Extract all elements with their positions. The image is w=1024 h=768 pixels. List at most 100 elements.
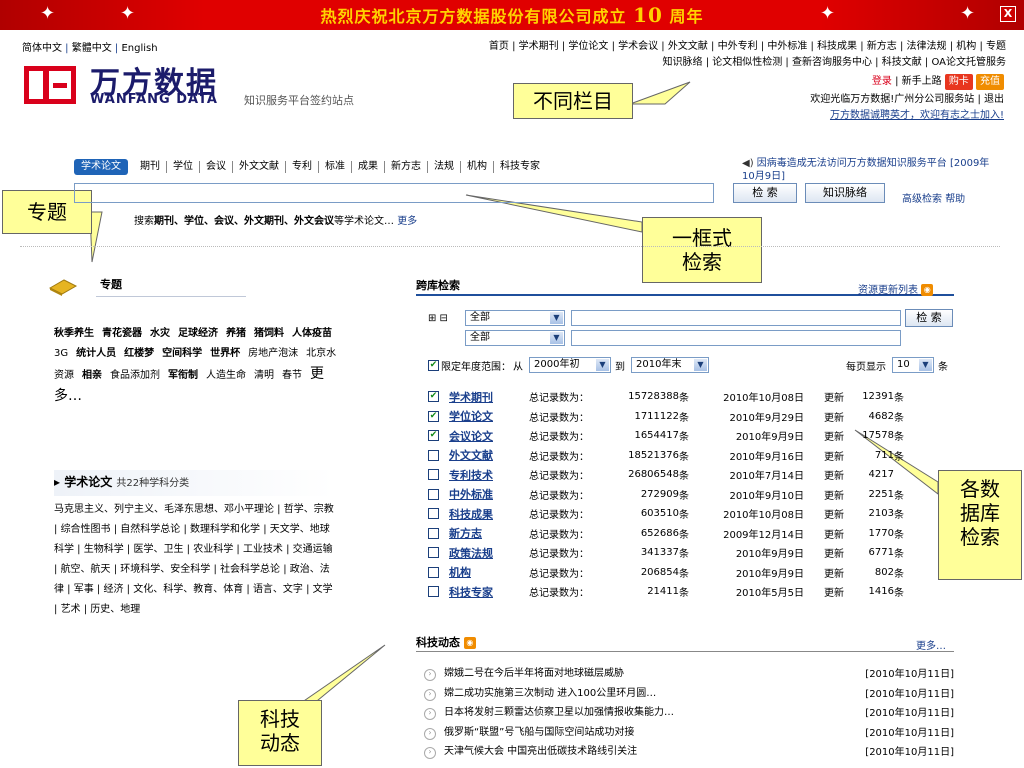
database-checkbox[interactable]: ✔: [428, 410, 439, 422]
topic-link[interactable]: 房地产泡沫: [248, 348, 298, 359]
rss-icon[interactable]: ◉: [921, 284, 934, 296]
topic-link[interactable]: 3G: [54, 348, 68, 359]
tab-4[interactable]: 外文文献: [233, 161, 286, 173]
discipline-link[interactable]: 社会科学总论: [220, 564, 280, 575]
cross-input-1[interactable]: [571, 310, 901, 326]
discipline-link[interactable]: 农业科学: [193, 544, 233, 555]
tab-3[interactable]: 会议: [200, 161, 233, 173]
notice-text[interactable]: 因病毒造成无法访问万方数据知识服务平台 [2009年10月9日]: [742, 158, 989, 182]
discipline-link[interactable]: 经济: [103, 584, 123, 595]
year-to-select[interactable]: 2010年末 ▼: [631, 357, 709, 373]
discipline-link[interactable]: 军事: [74, 584, 94, 595]
discipline-link[interactable]: 交通运输: [293, 544, 333, 555]
tab-5[interactable]: 专利: [286, 161, 319, 173]
knowledge-button[interactable]: 知识脉络: [805, 183, 885, 203]
database-checkbox[interactable]: ✔: [428, 391, 439, 403]
topic-link[interactable]: 春节: [282, 370, 302, 381]
topic-link[interactable]: 青花瓷器: [102, 328, 142, 339]
discipline-link[interactable]: 语言、文字: [253, 584, 303, 595]
topic-link[interactable]: 秋季养生: [54, 328, 94, 339]
rss-icon[interactable]: ◉: [463, 637, 476, 649]
search-input[interactable]: [74, 183, 714, 203]
tab-11[interactable]: 科技专家: [494, 161, 546, 173]
search-button[interactable]: 检 索: [733, 183, 797, 203]
database-name[interactable]: 学术期刊: [449, 389, 529, 405]
discipline-link[interactable]: 工业技术: [243, 544, 283, 555]
database-checkbox[interactable]: ✔: [428, 430, 439, 442]
news-title-link[interactable]: 嫦娥二号在今后半年将面对地球磁层威胁: [424, 664, 624, 681]
database-name[interactable]: 新方志: [449, 525, 529, 541]
news-title-link[interactable]: 日本将发射三颗雷达侦察卫星以加强情报收集能力…: [424, 703, 674, 720]
cross-search-button[interactable]: 检 索: [905, 309, 953, 327]
database-name[interactable]: 政策法规: [449, 545, 529, 561]
topic-link[interactable]: 食品添加剂: [110, 370, 160, 381]
discipline-link[interactable]: 医学、卫生: [133, 544, 183, 555]
topic-link[interactable]: 空间科学: [162, 348, 202, 359]
discipline-link[interactable]: 马克思主义、列宁主义、毛泽东思想、邓小平理论: [54, 504, 274, 515]
discipline-link[interactable]: 文学: [313, 584, 333, 595]
database-name[interactable]: 科技专家: [449, 584, 529, 600]
topic-link[interactable]: 人体疫苗: [292, 328, 332, 339]
expand-toggle[interactable]: ⊞ ⊟: [428, 313, 448, 324]
cross-input-2[interactable]: [571, 330, 901, 346]
database-checkbox[interactable]: [428, 449, 439, 461]
database-name[interactable]: 中外标准: [449, 486, 529, 502]
topic-link[interactable]: 世界杯: [210, 348, 240, 359]
discipline-link[interactable]: 生物科学: [84, 544, 124, 555]
discipline-link[interactable]: 历史、地理: [90, 604, 140, 615]
topic-link[interactable]: 养猪: [226, 328, 246, 339]
per-page-select[interactable]: 10 ▼: [892, 357, 934, 373]
topic-link[interactable]: 足球经济: [178, 328, 218, 339]
tab-0[interactable]: 学术论文: [74, 159, 128, 175]
update-list[interactable]: 资源更新列表 ◉: [858, 281, 934, 296]
tab-9[interactable]: 法规: [428, 161, 461, 173]
news-title-link[interactable]: 嫦二成功实施第三次制动 进入100公里环月圆…: [424, 684, 656, 701]
database-name[interactable]: 专利技术: [449, 467, 529, 483]
notice[interactable]: ◀) 因病毒造成无法访问万方数据知识服务平台 [2009年10月9日]: [742, 157, 992, 183]
database-name[interactable]: 学位论文: [449, 408, 529, 424]
tab-7[interactable]: 成果: [352, 161, 385, 173]
topic-link[interactable]: 猪饲料: [254, 328, 284, 339]
tab-2[interactable]: 学位: [167, 161, 200, 173]
database-checkbox[interactable]: [428, 586, 439, 598]
tab-1[interactable]: 期刊: [134, 161, 167, 173]
help-link[interactable]: 帮助: [945, 194, 965, 205]
discipline-link[interactable]: 环境科学、安全科学: [120, 564, 210, 575]
database-checkbox[interactable]: [428, 547, 439, 559]
discipline-link[interactable]: 航空、航天: [61, 564, 111, 575]
tab-10[interactable]: 机构: [461, 161, 494, 173]
database-checkbox[interactable]: [428, 469, 439, 481]
tab-6[interactable]: 标准: [319, 161, 352, 173]
discipline-link[interactable]: 数理科学和化学: [190, 524, 260, 535]
field-select-2[interactable]: 全部 ▼: [465, 330, 565, 346]
topic-link[interactable]: 红楼梦: [124, 348, 154, 359]
discipline-link[interactable]: 文化、科学、教育、体育: [133, 584, 243, 595]
database-name[interactable]: 外文文献: [449, 447, 529, 463]
database-checkbox[interactable]: [428, 527, 439, 539]
year-limit-checkbox[interactable]: ✔: [428, 359, 439, 371]
field-select-1[interactable]: 全部 ▼: [465, 310, 565, 326]
discipline-link[interactable]: 艺术: [61, 604, 81, 615]
topic-link[interactable]: 水灾: [150, 328, 170, 339]
advanced-search-link[interactable]: 高级检索: [902, 194, 942, 205]
topic-link[interactable]: 人造生命: [206, 370, 246, 381]
database-checkbox[interactable]: [428, 508, 439, 520]
database-name[interactable]: 会议论文: [449, 428, 529, 444]
topic-link[interactable]: 军衔制: [168, 370, 198, 381]
discipline-link[interactable]: 哲学、宗教: [284, 504, 334, 515]
news-more-link[interactable]: 更多…: [916, 637, 946, 652]
database-checkbox[interactable]: [428, 488, 439, 500]
news-title-link[interactable]: 俄罗斯“联盟”号飞船与国际空间站成功对接: [424, 723, 634, 740]
tab-8[interactable]: 新方志: [385, 161, 428, 173]
news-title-link[interactable]: 天津气候大会 中国亮出低碳技术路线引关注: [424, 742, 637, 759]
database-name[interactable]: 机构: [449, 564, 529, 580]
discipline-link[interactable]: 综合性图书: [61, 524, 111, 535]
topic-link[interactable]: 统计人员: [76, 348, 116, 359]
topic-link[interactable]: 相亲: [82, 370, 102, 381]
hint-more-link[interactable]: 更多: [397, 216, 417, 227]
database-checkbox[interactable]: [428, 566, 439, 578]
database-name[interactable]: 科技成果: [449, 506, 529, 522]
topic-link[interactable]: 清明: [254, 370, 274, 381]
discipline-link[interactable]: 自然科学总论: [120, 524, 180, 535]
year-from-select[interactable]: 2000年初 ▼: [529, 357, 611, 373]
